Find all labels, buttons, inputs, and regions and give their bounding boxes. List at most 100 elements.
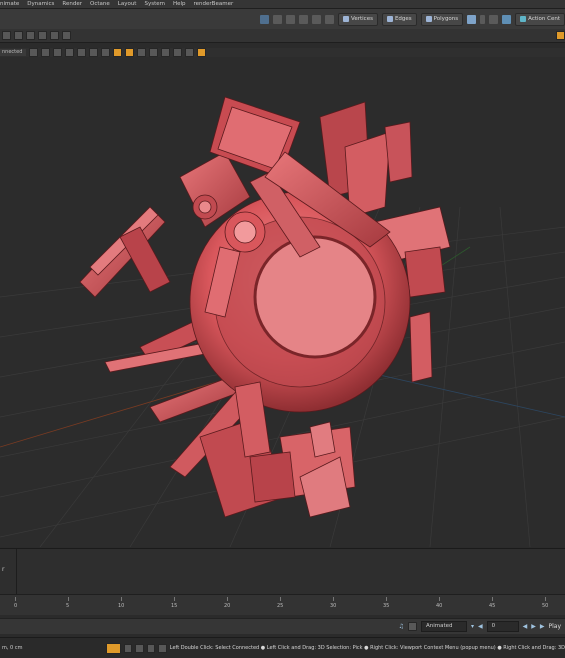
render-icon[interactable] — [185, 48, 194, 57]
tick-0: 0 — [14, 603, 18, 609]
render-status-icon[interactable] — [106, 642, 122, 654]
properties-icon[interactable] — [556, 31, 565, 40]
action-center-label: Action Cent — [528, 16, 560, 22]
lock-icon[interactable] — [146, 643, 156, 653]
lasso-icon[interactable] — [299, 14, 308, 24]
texture-icon[interactable] — [65, 48, 74, 57]
3d-viewport[interactable] — [0, 57, 565, 547]
tick-line — [15, 597, 16, 601]
pointer-icon[interactable] — [273, 14, 282, 24]
run-icon[interactable] — [124, 643, 133, 653]
polygons-label: Polygons — [433, 16, 459, 22]
frame-stepper-icon[interactable]: ◀ — [523, 623, 528, 630]
tick-50: 50 — [542, 603, 549, 609]
workplane-icon[interactable] — [50, 31, 59, 40]
viewport-canvas — [0, 96, 565, 547]
shading-icon[interactable] — [41, 48, 50, 57]
previous-key-icon[interactable]: ◀ — [478, 623, 483, 630]
tool-icon[interactable] — [135, 643, 144, 653]
edges-label: Edges — [394, 16, 412, 22]
tick-15: 15 — [171, 603, 178, 609]
frame-field[interactable]: 0 — [486, 621, 519, 632]
polygons-icon — [425, 16, 432, 22]
polygons-button[interactable]: Polygons — [420, 12, 464, 26]
vertices-icon — [343, 16, 349, 22]
camera-icon[interactable] — [89, 48, 98, 57]
secondary-toolbar — [0, 29, 565, 43]
material-icon[interactable] — [467, 14, 477, 24]
cursor-position: m, 0 cm — [2, 645, 23, 651]
edges-icon — [386, 16, 393, 22]
warning-icon[interactable] — [113, 48, 122, 57]
snap-icon[interactable] — [502, 14, 512, 24]
tick-line — [545, 597, 546, 601]
menu-animate[interactable]: nimate — [0, 1, 19, 7]
play-button-label[interactable]: Play — [548, 623, 561, 630]
status-bar: m, 0 cm Left Double Click: Select Connec… — [0, 637, 565, 658]
tick-35: 35 — [383, 603, 390, 609]
edges-button[interactable]: Edges — [381, 12, 417, 26]
shield-icon[interactable] — [325, 14, 334, 24]
keyframe-icon[interactable] — [407, 622, 417, 631]
alert-icon[interactable] — [125, 48, 134, 57]
search-icon[interactable] — [62, 31, 71, 40]
cross-icon[interactable] — [149, 48, 158, 57]
action-center-icon — [520, 16, 527, 22]
tick-line — [227, 597, 228, 601]
pen-icon[interactable] — [137, 48, 146, 57]
add-icon[interactable] — [38, 31, 47, 40]
menu-renderbeamer[interactable]: renderBeamer — [194, 1, 234, 7]
tick-line — [280, 597, 281, 601]
person-icon[interactable] — [260, 14, 269, 24]
dopesheet-area[interactable]: r — [0, 548, 565, 595]
grid-snap-icon[interactable] — [14, 31, 23, 40]
wheel-icon[interactable] — [286, 14, 295, 24]
grid-icon[interactable] — [489, 14, 499, 24]
menu-help[interactable]: Help — [173, 1, 186, 7]
tick-line — [492, 597, 493, 601]
menu-dynamics[interactable]: Dynamics — [27, 1, 54, 7]
menu-system[interactable]: System — [144, 1, 165, 7]
menu-octane[interactable]: Octane — [90, 1, 110, 7]
tick-10: 10 — [118, 603, 125, 609]
main-toolbar: Vertices Edges Polygons Action Cent — [0, 9, 565, 30]
tick-30: 30 — [330, 603, 337, 609]
light-icon[interactable] — [77, 48, 86, 57]
chevron-down-icon[interactable] — [480, 14, 486, 24]
tick-5: 5 — [66, 603, 70, 609]
cube-icon[interactable] — [312, 14, 321, 24]
selection-mode-label[interactable]: nnected — [0, 49, 26, 56]
filter-icon[interactable] — [101, 48, 110, 57]
record-icon[interactable] — [197, 48, 206, 57]
vertices-label: Vertices — [351, 16, 373, 22]
transport-bar: ♫ Animated ▾ ◀ 0 ◀ ▶ ▶ Play — [0, 618, 565, 634]
tick-line — [386, 597, 387, 601]
tick-45: 45 — [489, 603, 496, 609]
next-key-icon[interactable]: ▶ — [531, 623, 536, 630]
menu-layout[interactable]: Layout — [118, 1, 137, 7]
tick-line — [121, 597, 122, 601]
falloff-icon[interactable] — [26, 31, 35, 40]
mode-icon[interactable] — [2, 31, 11, 40]
play-icon[interactable]: ▶ — [540, 623, 545, 630]
view-icon[interactable] — [29, 48, 38, 57]
audio-icon[interactable] — [158, 643, 167, 653]
menu-render[interactable]: Render — [62, 1, 82, 7]
tick-line — [68, 597, 69, 601]
menu-bar: nimate Dynamics Render Octane Layout Sys… — [0, 0, 565, 9]
timeline-ruler[interactable]: 0 5 10 15 20 25 30 35 40 45 50 — [0, 594, 565, 615]
vertices-button[interactable]: Vertices — [338, 12, 378, 26]
track-label-icon: r — [2, 566, 5, 573]
music-note-icon[interactable]: ♫ — [399, 623, 404, 630]
chevron-down-icon[interactable]: ▾ — [471, 623, 474, 630]
3d-model — [79, 96, 451, 518]
tick-line — [439, 597, 440, 601]
frame-icon[interactable] — [173, 48, 182, 57]
tick-40: 40 — [436, 603, 443, 609]
layers-icon[interactable] — [161, 48, 170, 57]
tick-25: 25 — [277, 603, 284, 609]
wire-icon[interactable] — [53, 48, 62, 57]
action-center-button[interactable]: Action Cent — [515, 12, 565, 26]
viewport-header: nnected — [0, 48, 565, 57]
animation-mode-select[interactable]: Animated — [420, 621, 467, 632]
